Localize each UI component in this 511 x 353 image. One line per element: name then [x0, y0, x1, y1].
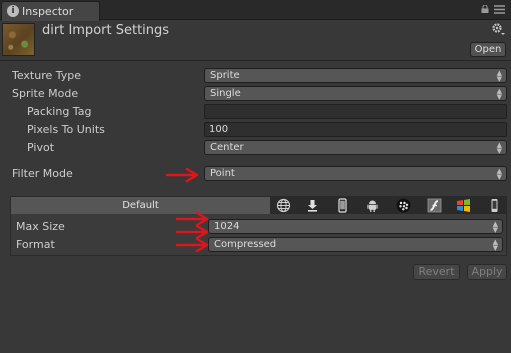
flash-icon[interactable]: [427, 198, 442, 213]
revert-button[interactable]: Revert: [413, 264, 460, 280]
max-size-label: Max Size: [16, 220, 65, 233]
apply-button[interactable]: Apply: [467, 264, 507, 280]
annotation-arrow: [176, 237, 209, 253]
filter-mode-value: Point: [210, 168, 235, 179]
updown-arrow-icon: ▲ ▼: [492, 238, 498, 252]
iphone-icon[interactable]: [335, 198, 350, 213]
android-icon[interactable]: [365, 198, 380, 213]
sprite-mode-value: Single: [210, 88, 241, 99]
tab-strip: i Inspector: [0, 0, 511, 21]
tab-inspector-label: Inspector: [22, 5, 74, 18]
lock-icon[interactable]: [481, 5, 489, 13]
windows-store-icon[interactable]: [456, 198, 471, 213]
open-button[interactable]: Open: [470, 42, 506, 57]
texture-type-dropdown[interactable]: Sprite ▲ ▼: [204, 68, 507, 83]
texture-type-value: Sprite: [210, 70, 240, 81]
updown-arrow-icon: ▲ ▼: [492, 220, 498, 234]
sprite-mode-dropdown[interactable]: Single ▲ ▼: [204, 86, 507, 101]
menu-icon[interactable]: [494, 5, 505, 14]
pivot-label: Pivot: [27, 141, 55, 154]
info-icon: i: [7, 5, 19, 17]
packing-tag-field[interactable]: [204, 104, 507, 119]
download-icon[interactable]: [305, 198, 320, 213]
asset-title: dirt Import Settings: [42, 23, 170, 38]
updown-arrow-icon: ▲ ▼: [496, 69, 502, 83]
max-size-value: 1024: [214, 221, 240, 232]
pivot-value: Center: [210, 142, 244, 153]
filter-mode-label: Filter Mode: [12, 167, 73, 180]
pixels-to-units-label: Pixels To Units: [27, 123, 105, 136]
gear-icon[interactable]: [491, 22, 505, 36]
texture-thumbnail: [2, 23, 35, 56]
format-value: Compressed: [214, 239, 277, 250]
pixels-to-units-field[interactable]: 100: [204, 122, 507, 137]
tab-inspector[interactable]: i Inspector: [1, 1, 100, 21]
format-label: Format: [16, 238, 55, 251]
updown-arrow-icon: ▲ ▼: [496, 87, 502, 101]
windows-phone-icon[interactable]: [487, 198, 502, 213]
blackberry-icon[interactable]: [396, 198, 411, 213]
globe-icon[interactable]: [276, 198, 291, 213]
packing-tag-label: Packing Tag: [27, 105, 92, 118]
annotation-arrow: [166, 167, 199, 183]
texture-type-label: Texture Type: [12, 69, 82, 82]
max-size-dropdown[interactable]: 1024 ▲ ▼: [208, 219, 503, 234]
pivot-dropdown[interactable]: Center ▲ ▼: [204, 140, 507, 155]
sprite-mode-label: Sprite Mode: [12, 87, 79, 100]
updown-arrow-icon: ▲ ▼: [496, 141, 502, 155]
format-dropdown[interactable]: Compressed ▲ ▼: [208, 237, 503, 252]
updown-arrow-icon: ▲ ▼: [496, 167, 502, 181]
divider: [0, 60, 511, 61]
tab-default[interactable]: Default: [11, 197, 270, 214]
filter-mode-dropdown[interactable]: Point ▲ ▼: [204, 166, 507, 181]
